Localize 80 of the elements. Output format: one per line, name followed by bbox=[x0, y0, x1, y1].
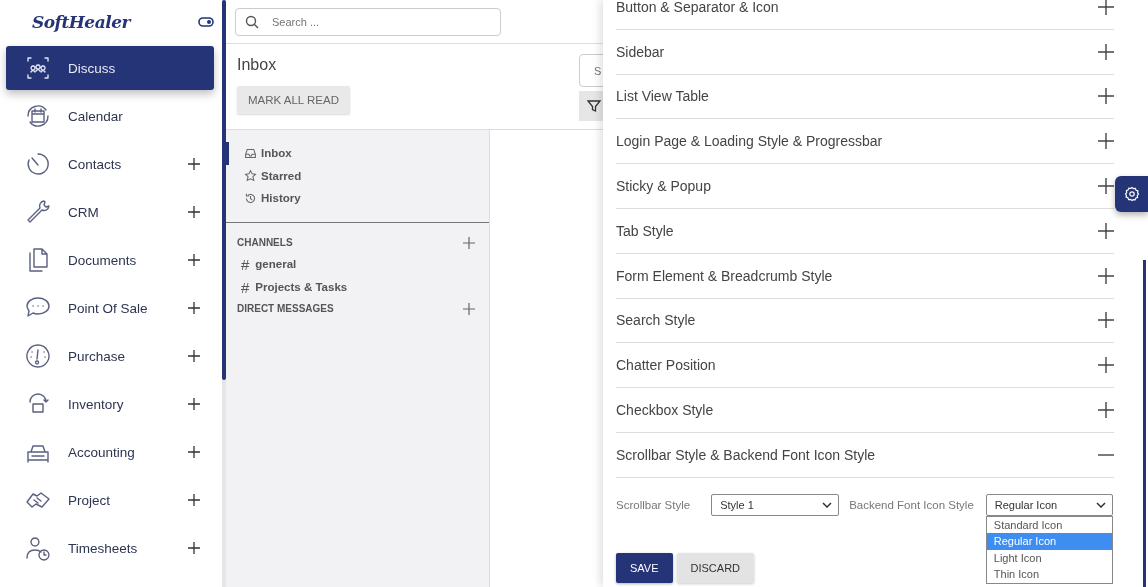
toggle-icon[interactable] bbox=[198, 17, 214, 27]
expand-icon[interactable] bbox=[188, 398, 200, 410]
mark-all-read-button[interactable]: MARK ALL READ bbox=[237, 86, 350, 114]
expand-icon[interactable] bbox=[188, 494, 200, 506]
section-heading: DIRECT MESSAGES bbox=[237, 303, 334, 314]
expand-icon[interactable] bbox=[188, 446, 200, 458]
mailbox-item[interactable]: Inbox bbox=[226, 142, 489, 165]
sidebar-item[interactable]: Discuss bbox=[6, 46, 214, 90]
accordion-header[interactable]: Tab Style bbox=[616, 209, 1114, 254]
expand-icon bbox=[1098, 0, 1114, 15]
sidebar-item[interactable]: CRM bbox=[6, 190, 214, 234]
collapse-icon bbox=[1098, 453, 1114, 456]
scrollbar-style-select[interactable]: Style 1 bbox=[711, 493, 840, 516]
sidebar-item[interactable]: Project bbox=[6, 478, 214, 522]
accordion-header[interactable]: Button & Separator & Icon bbox=[616, 0, 1114, 30]
accordion-header[interactable]: Checkbox Style bbox=[616, 388, 1114, 433]
calendar-icon bbox=[24, 102, 52, 130]
accordion-header[interactable]: List View Table bbox=[616, 74, 1114, 120]
page-title: Inbox bbox=[237, 56, 278, 74]
channel-item[interactable]: # general bbox=[226, 252, 489, 276]
timer-icon bbox=[24, 150, 52, 178]
accordion-header[interactable]: Sticky & Popup bbox=[616, 164, 1114, 209]
expand-icon[interactable] bbox=[188, 350, 200, 362]
icon-style-select[interactable]: Regular Icon bbox=[985, 493, 1113, 516]
section-heading: CHANNELS bbox=[237, 237, 293, 248]
expand-icon bbox=[1098, 133, 1114, 150]
add-icon[interactable] bbox=[463, 302, 475, 315]
save-button[interactable]: SAVE bbox=[616, 552, 673, 583]
history-icon bbox=[244, 191, 257, 205]
expand-icon bbox=[1098, 357, 1114, 374]
expand-icon bbox=[1098, 178, 1114, 195]
chevron-down-icon bbox=[1095, 501, 1106, 508]
people-icon bbox=[24, 54, 52, 82]
accordion-header[interactable]: Chatter Position bbox=[616, 343, 1114, 389]
add-icon[interactable] bbox=[463, 236, 475, 249]
sidebar-item[interactable]: Timesheets bbox=[6, 526, 214, 570]
dropdown-option[interactable]: Thin Icon bbox=[986, 566, 1112, 583]
mailbox-item[interactable]: History bbox=[226, 187, 489, 210]
search-field[interactable]: Search ... bbox=[235, 7, 501, 36]
accordion-header[interactable]: Form Element & Breadcrumb Style bbox=[616, 253, 1114, 299]
inbox-icon bbox=[244, 146, 257, 160]
dropdown-option[interactable]: Standard Icon bbox=[986, 516, 1112, 534]
mailbox-item[interactable]: Starred bbox=[226, 164, 489, 187]
filter-icon bbox=[587, 99, 601, 113]
expand-icon[interactable] bbox=[188, 254, 200, 266]
expand-icon bbox=[1098, 43, 1114, 60]
channel-item[interactable]: # Projects & Tasks bbox=[226, 275, 489, 299]
sidebar-item[interactable]: Inventory bbox=[6, 382, 214, 426]
accordion-header[interactable]: Sidebar bbox=[616, 29, 1114, 75]
sidebar-item[interactable]: Accounting bbox=[6, 430, 214, 474]
expand-icon bbox=[1098, 402, 1114, 419]
search-icon bbox=[245, 14, 259, 29]
search-field[interactable]: S bbox=[579, 54, 603, 87]
star-icon bbox=[244, 169, 257, 183]
user-clock-icon bbox=[24, 534, 52, 562]
expand-icon[interactable] bbox=[188, 542, 200, 554]
sidebar-item[interactable]: Purchase bbox=[6, 334, 214, 378]
dropdown-option[interactable]: Light Icon bbox=[986, 549, 1112, 567]
expand-icon bbox=[1098, 312, 1114, 329]
settings-icon bbox=[1123, 186, 1140, 202]
field-label: Backend Font Icon Style bbox=[849, 497, 974, 511]
expand-icon bbox=[1098, 88, 1114, 105]
expand-icon[interactable] bbox=[188, 206, 200, 218]
field-label: Scrollbar Style bbox=[616, 497, 691, 511]
sidebar-item[interactable]: Point Of Sale bbox=[6, 286, 214, 330]
expand-icon[interactable] bbox=[188, 158, 200, 170]
accordion-header[interactable]: Login Page & Loading Style & Progressbar bbox=[616, 119, 1114, 165]
discard-button[interactable]: DISCARD bbox=[676, 552, 755, 583]
sidebar-item[interactable]: Contacts bbox=[6, 142, 214, 186]
chevron-down-icon bbox=[822, 501, 833, 508]
expand-icon[interactable] bbox=[188, 302, 200, 314]
sidebar-item[interactable]: Calendar bbox=[6, 94, 214, 138]
accordion-header[interactable]: Search Style bbox=[616, 298, 1114, 344]
settings-button[interactable] bbox=[1115, 176, 1148, 212]
gauge-icon bbox=[24, 342, 52, 370]
accordion-header[interactable]: Scrollbar Style & Backend Font Icon Style bbox=[616, 432, 1114, 478]
sidebar-item[interactable]: Documents bbox=[6, 238, 214, 282]
logo: SoftHealer bbox=[32, 12, 130, 32]
expand-icon bbox=[1098, 222, 1114, 239]
expand-icon bbox=[1098, 267, 1114, 284]
